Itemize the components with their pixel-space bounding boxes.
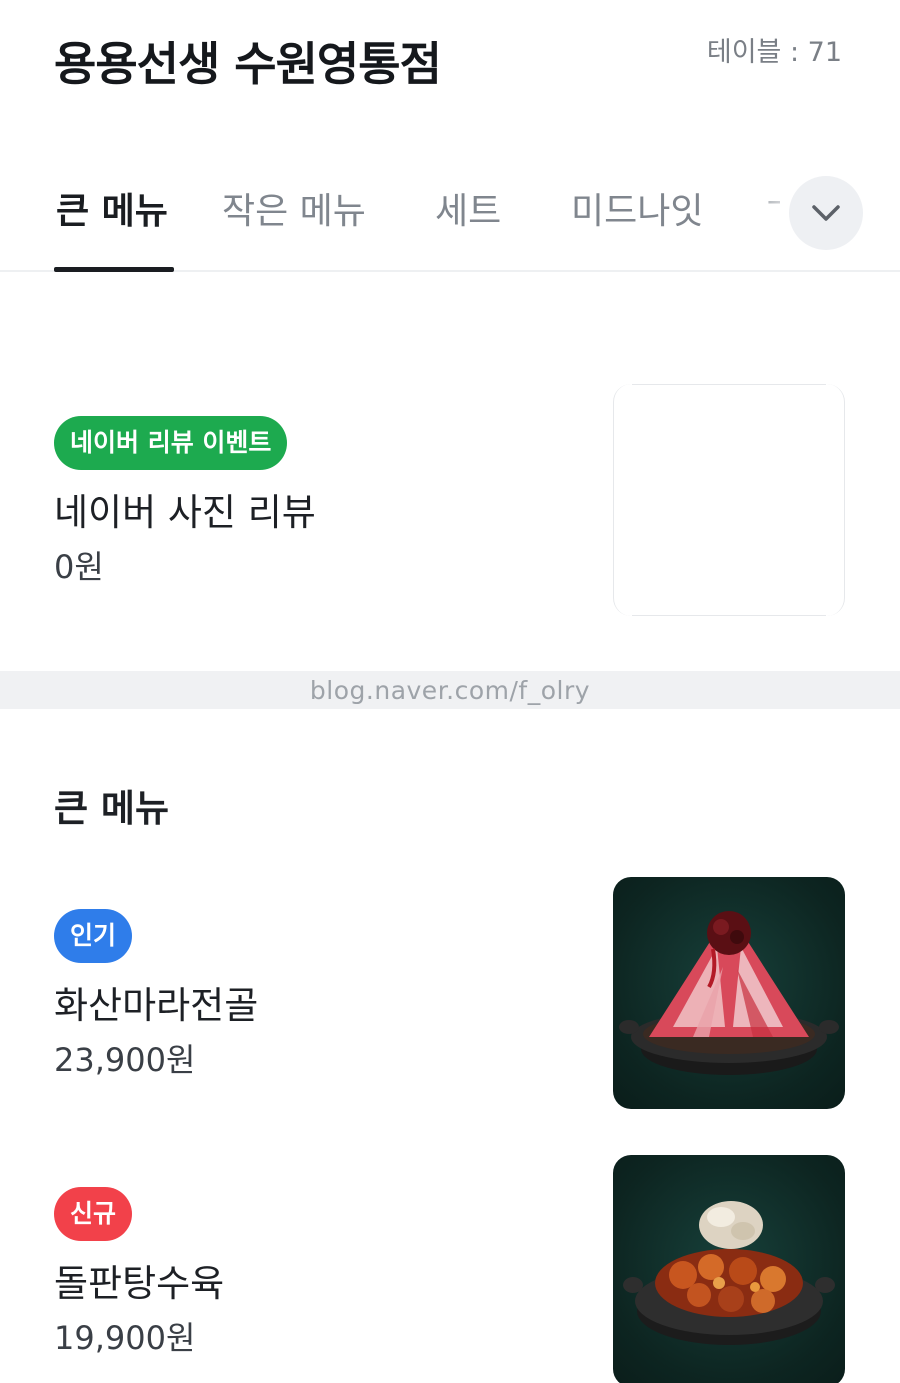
volcano-mala-hotpot-image [613, 877, 845, 1109]
category-dropdown-button[interactable] [789, 176, 863, 250]
chevron-down-icon [812, 205, 840, 221]
event-badge: 네이버 리뷰 이벤트 [54, 416, 288, 470]
menu-item-image-placeholder [613, 384, 845, 616]
stone-plate-sweet-sour-pork-image [613, 1155, 845, 1383]
menu-item[interactable]: 인기 화산마라전골 23,900원 [0, 877, 900, 1109]
menu-item-price: 19,900원 [54, 1319, 196, 1357]
menu-item-name: 네이버 사진 리뷰 [54, 491, 316, 534]
menu-item-event[interactable]: 네이버 리뷰 이벤트 네이버 사진 리뷰 0원 [0, 384, 900, 616]
active-tab-indicator [54, 267, 174, 272]
menu-item-name: 돌판탕수육 [54, 1262, 225, 1305]
section-title: 큰 메뉴 [54, 787, 170, 830]
tab-small-menu[interactable]: 작은 메뉴 [222, 182, 366, 234]
table-number-label: 테이블 : 71 [706, 37, 842, 68]
menu-item-price: 0원 [54, 548, 104, 586]
tab-midnight[interactable]: 미드나잇 [571, 182, 703, 234]
tab-set[interactable]: 세트 [435, 182, 501, 234]
menu-item[interactable]: 신규 돌판탕수육 19,900원 [0, 1155, 900, 1383]
blog-watermark: blog.naver.com/f_olry [309, 676, 591, 705]
menu-item-name: 화산마라전골 [54, 984, 259, 1027]
popular-badge: 인기 [54, 909, 133, 963]
tab-large-menu[interactable]: 큰 메뉴 [56, 182, 168, 234]
category-tab-bar: 큰 메뉴 작은 메뉴 세트 미드나잇 ㄱ [0, 150, 900, 272]
store-title: 용용선생 수원영통점 [54, 37, 442, 91]
menu-item-price: 23,900원 [54, 1041, 196, 1079]
new-badge: 신규 [54, 1187, 133, 1241]
